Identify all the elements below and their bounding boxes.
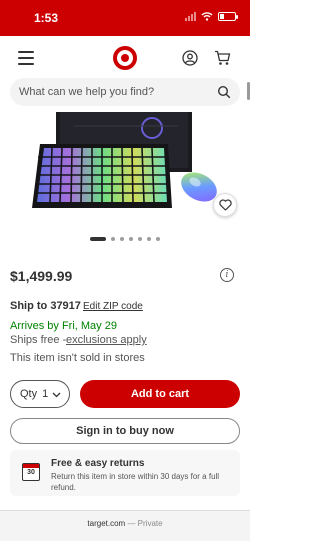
cart-icon[interactable]	[214, 50, 231, 66]
browser-url: target.com	[87, 519, 126, 528]
browser-url-display: target.com — Private	[0, 519, 250, 528]
ships-free-text: Ships free -	[10, 334, 67, 346]
target-logo-icon[interactable]	[113, 46, 137, 70]
ship-to-label: Ship to 37917	[10, 300, 81, 312]
chevron-down-icon	[52, 392, 61, 398]
carousel-dots	[90, 237, 160, 241]
carousel-dot[interactable]	[120, 237, 124, 241]
carousel-dot[interactable]	[147, 237, 151, 241]
status-icons	[185, 11, 238, 21]
calendar-day: 30	[27, 469, 35, 476]
returns-description: Return this item in store within 30 days…	[51, 472, 220, 492]
carousel-dot[interactable]	[156, 237, 160, 241]
wifi-icon	[201, 12, 213, 21]
quantity-select[interactable]: Qty 1	[10, 380, 70, 408]
search-placeholder: What can we help you find?	[19, 86, 155, 98]
carousel-dot[interactable]	[138, 237, 142, 241]
account-icon[interactable]	[182, 50, 198, 66]
quantity-value: 1	[42, 388, 49, 400]
edit-zip-link[interactable]: Edit ZIP code	[83, 301, 143, 312]
quantity-label: Qty	[20, 388, 38, 400]
carousel-dot[interactable]	[129, 237, 133, 241]
search-input[interactable]: What can we help you find?	[10, 78, 240, 106]
product-price: $1,499.99	[10, 268, 73, 284]
favorite-button[interactable]	[213, 193, 237, 217]
browser-address-bar[interactable]: target.com — Private	[0, 510, 250, 541]
returns-title: Free & easy returns	[51, 458, 145, 469]
store-availability-note: This item isn't sold in stores	[10, 352, 145, 364]
carousel-dot[interactable]	[111, 237, 115, 241]
info-icon[interactable]: i	[220, 268, 234, 282]
calendar-icon: 30	[22, 463, 40, 481]
sign-in-button[interactable]: Sign in to buy now	[10, 418, 240, 444]
site-header: What can we help you find?	[0, 36, 250, 112]
browser-separator: —	[125, 519, 138, 528]
search-icon[interactable]	[217, 85, 231, 99]
browser-mode: Private	[137, 519, 163, 528]
product-image[interactable]	[0, 112, 250, 226]
status-bar: 1:53	[0, 0, 250, 36]
keyboard-mouse-image	[32, 112, 217, 208]
returns-card: 30 Free & easy returns Return this item …	[10, 450, 240, 496]
carousel-dot[interactable]	[90, 237, 106, 241]
exclusions-link[interactable]: exclusions apply	[66, 334, 147, 346]
battery-icon	[218, 11, 238, 21]
signal-icon	[185, 11, 196, 21]
status-time: 1:53	[34, 11, 59, 25]
add-to-cart-button[interactable]: Add to cart	[80, 380, 240, 408]
scrollbar[interactable]	[247, 82, 250, 100]
heart-icon	[218, 199, 232, 211]
arrival-date: Arrives by Fri, May 29	[10, 320, 117, 332]
menu-icon[interactable]	[18, 51, 34, 65]
